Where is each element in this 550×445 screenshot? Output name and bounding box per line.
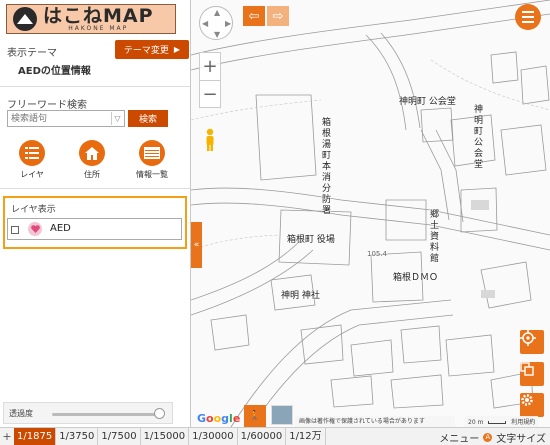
opacity-slider-handle[interactable]: [154, 408, 165, 419]
theme-change-label: テーマ変更: [123, 46, 169, 56]
map-view[interactable]: 神明町 公会堂 箱根湯町本消分防署 神明町公会堂 郷土資料館 箱根町 役場 箱根…: [191, 0, 550, 427]
current-theme-name: AEDの位置情報: [18, 66, 91, 77]
pan-down-icon[interactable]: ▼: [214, 30, 220, 39]
theme-change-button[interactable]: テーマ変更 ▶: [115, 40, 189, 59]
chevron-down-icon[interactable]: ▽: [111, 112, 123, 125]
font-size-icon: A: [483, 432, 493, 442]
scale-bar-footer: + 1/1875 1/3750 1/7500 1/15000 1/30000 1…: [0, 427, 550, 445]
address-tool-label: 住所: [84, 170, 100, 179]
copy-button[interactable]: [520, 362, 544, 386]
scale-option-30000[interactable]: 1/30000: [189, 427, 238, 445]
scale-option-7500[interactable]: 1/7500: [98, 427, 141, 445]
map-canvas: [191, 0, 550, 427]
map-label-jinmeicho-kokaido: 神明町公会堂: [473, 105, 483, 170]
mountain-icon: [13, 7, 37, 31]
home-icon: [79, 140, 105, 166]
scale-option-120000[interactable]: 1/12万: [286, 427, 326, 445]
scale-option-15000[interactable]: 1/15000: [141, 427, 190, 445]
menu-button[interactable]: [515, 4, 541, 30]
info-list-tool-label: 情報一覧: [136, 170, 168, 179]
divider: [0, 86, 190, 87]
hamburger-line: [522, 16, 534, 18]
theme-label: 表示テーマ: [7, 48, 57, 59]
opacity-slider-track[interactable]: [52, 413, 160, 416]
hamburger-line: [522, 21, 534, 23]
current-location-button[interactable]: [520, 330, 544, 354]
list-icon: [19, 140, 45, 166]
search-button[interactable]: 検索: [128, 110, 168, 127]
divider: [0, 188, 190, 189]
map-label-town-hall: 箱根町 役場: [287, 235, 335, 245]
walker-icon: 🚶: [249, 411, 261, 421]
aerial-photo-button[interactable]: [271, 405, 293, 425]
scale-bar: [488, 421, 507, 424]
collapse-panel-button[interactable]: «: [191, 222, 202, 268]
pan-control[interactable]: ▲ ▼ ◀ ▶: [199, 6, 233, 40]
copy-icon: [520, 362, 534, 376]
logo-text: はこねMAP: [43, 4, 154, 27]
forward-button[interactable]: ⇨: [267, 6, 289, 26]
arrow-right-icon: ⇨: [272, 8, 284, 24]
terms-link[interactable]: 利用規約: [511, 419, 535, 426]
zoom-in-button[interactable]: +: [200, 53, 220, 80]
double-chevron-left-icon: «: [193, 240, 200, 250]
zoom-control: + −: [199, 52, 221, 108]
layer-item-aed[interactable]: AED: [7, 218, 182, 240]
scale-option-1875[interactable]: 1/1875: [14, 427, 57, 445]
crosshair-icon: [520, 330, 536, 346]
layer-checkbox[interactable]: [11, 226, 19, 234]
pan-right-icon[interactable]: ▶: [225, 19, 231, 28]
font-size-link[interactable]: 文字サイズ: [496, 430, 546, 445]
search-input[interactable]: [8, 111, 108, 126]
logo-subtext: HAKONE MAP: [68, 24, 129, 32]
map-label-shrine: 神明 神社: [281, 291, 320, 301]
scale-option-3750[interactable]: 1/3750: [56, 427, 99, 445]
layer-display-title: レイヤ表示: [11, 205, 56, 215]
copyright-notice: 画像は著作権で保護されている場合があります: [295, 416, 455, 427]
streetview-button[interactable]: 🚶: [244, 405, 266, 427]
freeword-search-label: フリーワード検索: [7, 100, 87, 111]
map-label-dmo: 箱根ＤＭＯ: [393, 273, 439, 283]
settings-button[interactable]: [520, 393, 544, 417]
layer-tool-label: レイヤ: [20, 170, 44, 179]
pan-up-icon[interactable]: ▲: [214, 8, 220, 17]
opacity-control: 透過度: [3, 402, 173, 424]
google-logo: Google: [197, 412, 241, 425]
scale-option-60000[interactable]: 1/60000: [238, 427, 287, 445]
arrow-left-icon: ⇦: [248, 8, 260, 24]
app-logo[interactable]: はこねMAP HAKONE MAP: [6, 4, 176, 34]
info-list-tool-button[interactable]: 情報一覧: [127, 140, 177, 180]
opacity-label: 透過度: [9, 409, 33, 418]
map-label-fire-station: 箱根湯町本消分防署: [321, 118, 331, 216]
side-panel: はこねMAP HAKONE MAP 表示テーマ テーマ変更 ▶ AEDの位置情報…: [0, 0, 191, 427]
pan-left-icon[interactable]: ◀: [202, 19, 208, 28]
map-label-shiryokan: 郷土資料館: [429, 210, 439, 264]
plus-icon[interactable]: +: [0, 430, 14, 443]
layer-display-section: レイヤ表示 AED: [3, 196, 187, 249]
hamburger-icon: [522, 11, 534, 13]
map-label-jinmeicho-kominkan: 神明町 公会堂: [399, 97, 456, 107]
map-label-elevation: 105.4: [367, 250, 388, 258]
play-arrow-icon: ▶: [173, 45, 181, 54]
scale-text: 20 m: [468, 419, 484, 426]
gear-icon: [521, 394, 533, 406]
menu-link[interactable]: メニュー: [439, 430, 479, 445]
heart-icon: [28, 222, 42, 236]
back-button[interactable]: ⇦: [243, 6, 265, 26]
table-icon: [139, 140, 165, 166]
map-scale: 20 m 利用規約: [465, 416, 539, 427]
pegman-icon[interactable]: [204, 128, 216, 152]
search-input-wrapper: ▽: [7, 110, 125, 127]
footer-actions: メニュー A 文字サイズ: [439, 428, 546, 445]
address-tool-button[interactable]: 住所: [67, 140, 117, 180]
layer-item-label: AED: [50, 223, 71, 234]
layer-tool-button[interactable]: レイヤ: [7, 140, 57, 180]
zoom-out-button[interactable]: −: [200, 81, 220, 108]
